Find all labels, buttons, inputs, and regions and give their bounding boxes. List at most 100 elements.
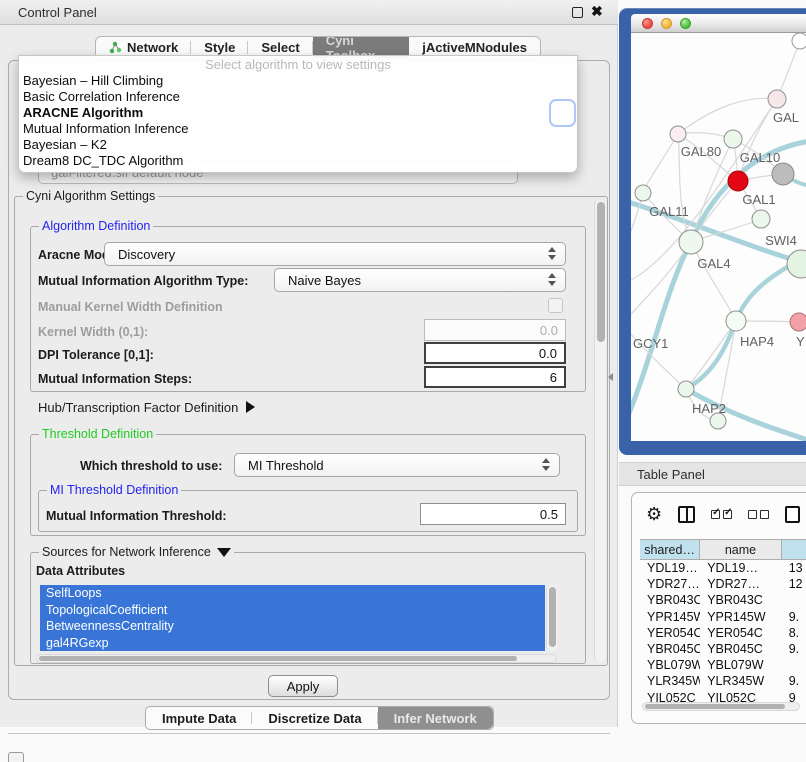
select-all-checkboxes-icon[interactable] bbox=[711, 510, 732, 519]
dpi-tolerance-field[interactable]: 0.0 bbox=[424, 342, 566, 364]
hub-definition-toggle[interactable]: Hub/Transcription Factor Definition bbox=[38, 400, 255, 415]
gear-icon[interactable]: ⚙ bbox=[646, 505, 662, 523]
network-node-gal80[interactable] bbox=[670, 126, 686, 142]
algorithm-option[interactable]: ARACNE Algorithm bbox=[19, 105, 577, 121]
table-row[interactable]: YER054CYER054C8. bbox=[640, 625, 806, 641]
table-cell: 9. bbox=[782, 674, 806, 688]
algorithm-option[interactable]: Dream8 DC_TDC Algorithm bbox=[19, 153, 577, 169]
panel-splitter-handle[interactable] bbox=[608, 373, 613, 381]
close-icon[interactable]: ✖ bbox=[591, 3, 603, 20]
network-node-label: GAL11 bbox=[649, 204, 689, 219]
table-row[interactable]: YBR043CYBR043C bbox=[640, 592, 806, 608]
mi-algorithm-type-combobox[interactable]: Naive Bayes bbox=[274, 268, 566, 292]
node-table: shared…name YDL19…YDL19…13YDR27…YDR27…12… bbox=[640, 539, 806, 706]
kernel-width-label: Kernel Width (0,1): bbox=[38, 325, 148, 339]
table-row[interactable]: YDR27…YDR27…12 bbox=[640, 576, 806, 592]
sources-title-text: Sources for Network Inference bbox=[42, 545, 211, 559]
table-cell: YDL19… bbox=[640, 561, 700, 575]
deselect-all-checkboxes-icon[interactable] bbox=[748, 510, 769, 519]
column-header[interactable]: shared… bbox=[640, 540, 700, 559]
table-hscrollbar-thumb[interactable] bbox=[645, 704, 785, 709]
bottom-tab-label: Discretize Data bbox=[268, 711, 361, 726]
table-cell: 9. bbox=[782, 610, 806, 624]
network-node-gal[interactable] bbox=[768, 90, 786, 108]
algorithm-option[interactable]: Basic Correlation Inference bbox=[19, 89, 577, 105]
mi-algorithm-type-value: Naive Bayes bbox=[288, 273, 361, 288]
attributes-scrollbar[interactable] bbox=[546, 585, 557, 651]
bottom-tab-impute-data[interactable]: Impute Data bbox=[146, 707, 252, 729]
attributes-scrollbar-thumb[interactable] bbox=[549, 587, 556, 647]
data-attribute-item[interactable]: TopologicalCoefficient bbox=[40, 602, 545, 619]
network-node-gal4[interactable] bbox=[679, 230, 703, 254]
table-hscrollbar[interactable] bbox=[642, 702, 800, 711]
close-traffic-light-icon[interactable] bbox=[642, 18, 653, 29]
network-node-hap4[interactable] bbox=[726, 311, 746, 331]
network-node-swi4[interactable] bbox=[752, 210, 770, 228]
apply-button[interactable]: Apply bbox=[268, 675, 338, 697]
collapsed-panel-button[interactable] bbox=[8, 752, 24, 762]
column-header[interactable]: name bbox=[700, 540, 782, 559]
float-window-icon[interactable] bbox=[572, 7, 583, 18]
network-node[interactable] bbox=[710, 413, 726, 429]
table-toolbar: ⚙ bbox=[646, 505, 800, 523]
combo-arrows-icon bbox=[542, 458, 550, 471]
network-node-gal10[interactable] bbox=[724, 130, 742, 148]
combo-arrows-icon bbox=[548, 273, 556, 286]
column-layout-icon[interactable] bbox=[678, 506, 695, 523]
manual-kernel-width-checkbox[interactable] bbox=[548, 298, 563, 313]
sources-title[interactable]: Sources for Network Inference bbox=[39, 545, 234, 559]
bottom-tab-label: Infer Network bbox=[394, 711, 477, 726]
network-node[interactable] bbox=[787, 250, 806, 278]
data-attribute-item[interactable]: BetweennessCentrality bbox=[40, 618, 545, 635]
mi-threshold-field[interactable]: 0.5 bbox=[420, 503, 566, 525]
network-node-label: Y bbox=[796, 334, 805, 349]
network-node-label: GAL bbox=[773, 110, 799, 125]
data-attributes-list[interactable]: SelfLoopsTopologicalCoefficientBetweenne… bbox=[40, 585, 545, 651]
network-node-hap2[interactable] bbox=[678, 381, 694, 397]
tab-label: jActiveMNodules bbox=[422, 40, 527, 55]
settings-scrollbar[interactable] bbox=[594, 200, 606, 662]
settings-scrollbar-thumb[interactable] bbox=[597, 202, 605, 342]
algorithm-option[interactable]: Mutual Information Inference bbox=[19, 121, 577, 137]
control-panel-titlebar: Control Panel bbox=[0, 0, 618, 25]
attributes-hscrollbar-thumb[interactable] bbox=[39, 656, 517, 661]
algorithm-option[interactable]: Bayesian – K2 bbox=[19, 137, 577, 153]
collapsed-arrow-icon bbox=[246, 401, 255, 413]
data-attribute-item[interactable]: gal4RGexp bbox=[40, 635, 545, 652]
table-cell: YBR045C bbox=[640, 642, 700, 656]
hub-definition-label: Hub/Transcription Factor Definition bbox=[38, 400, 238, 415]
algorithm-option[interactable]: Bayesian – Hill Climbing bbox=[19, 73, 577, 89]
network-node-gal1[interactable] bbox=[728, 171, 748, 191]
network-node-y[interactable] bbox=[790, 313, 806, 331]
apply-button-label: Apply bbox=[287, 679, 320, 694]
table-row[interactable]: YLR345WYLR345W9. bbox=[640, 673, 806, 689]
bottom-tab-discretize-data[interactable]: Discretize Data bbox=[252, 707, 377, 729]
aracne-mode-combobox[interactable]: Discovery bbox=[104, 242, 566, 266]
table-cell: YBR045C bbox=[700, 642, 782, 656]
minimize-traffic-light-icon[interactable] bbox=[661, 18, 672, 29]
network-node[interactable] bbox=[772, 163, 794, 185]
table-row[interactable]: YBR045CYBR045C9. bbox=[640, 641, 806, 657]
kernel-width-field[interactable]: 0.0 bbox=[424, 319, 566, 341]
cyni-bottom-tabbar: Impute Data Discretize Data Infer Network bbox=[145, 706, 494, 730]
network-canvas[interactable]: GALGAL80GAL10GAL1GAL11SWI4GAL4GCY1HAP4YH… bbox=[631, 33, 806, 441]
panel-bottom-divider bbox=[8, 733, 610, 734]
network-node-label: HAP4 bbox=[740, 334, 774, 349]
table-row[interactable]: YBL079WYBL079W bbox=[640, 657, 806, 673]
network-node[interactable] bbox=[792, 33, 806, 49]
table-row[interactable]: YPR145WYPR145W9. bbox=[640, 609, 806, 625]
data-attribute-item[interactable]: SelfLoops bbox=[40, 585, 545, 602]
attributes-hscrollbar[interactable] bbox=[36, 654, 557, 663]
network-window-titlebar[interactable] bbox=[631, 14, 806, 33]
network-node-label: GAL80 bbox=[681, 144, 721, 159]
export-table-icon[interactable] bbox=[785, 506, 800, 523]
column-header[interactable] bbox=[782, 540, 806, 559]
zoom-traffic-light-icon[interactable] bbox=[680, 18, 691, 29]
table-cell: YPR145W bbox=[640, 610, 700, 624]
mi-steps-field[interactable]: 6 bbox=[424, 366, 566, 388]
table-row[interactable]: YDL19…YDL19…13 bbox=[640, 560, 806, 576]
network-edge bbox=[643, 134, 678, 193]
which-threshold-combobox[interactable]: MI Threshold bbox=[234, 453, 560, 477]
network-node-gal11[interactable] bbox=[635, 185, 651, 201]
bottom-tab-infer-network[interactable]: Infer Network bbox=[378, 707, 493, 729]
